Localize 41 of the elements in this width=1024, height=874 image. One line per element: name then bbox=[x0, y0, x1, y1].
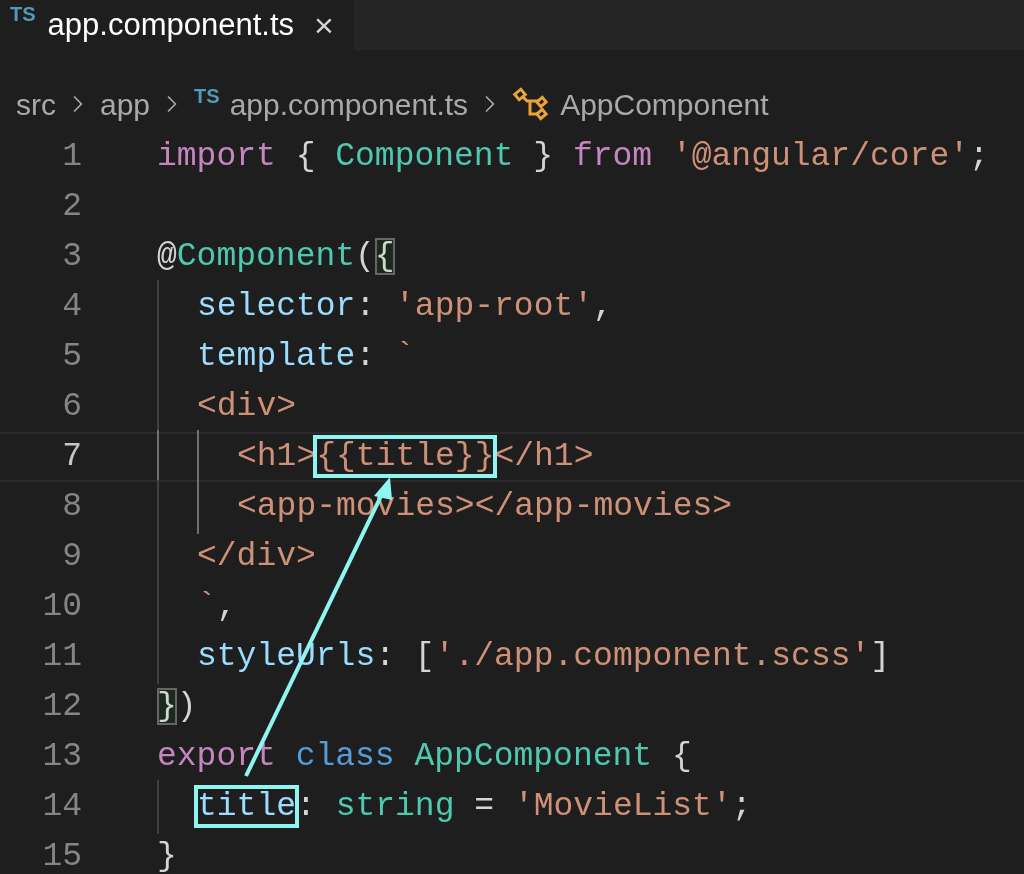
close-button[interactable]: × bbox=[314, 8, 334, 42]
line-number: 7 bbox=[62, 438, 82, 476]
matched-bracket: { bbox=[374, 238, 395, 276]
class-symbol-icon bbox=[512, 87, 551, 121]
typescript-icon: TS bbox=[194, 85, 220, 106]
code-line: </div> bbox=[197, 538, 316, 576]
code-line: <div> bbox=[197, 388, 297, 426]
line-number: 6 bbox=[62, 388, 82, 426]
line-number: 9 bbox=[62, 538, 82, 576]
code-line: import { Component } from '@angular/core'; bbox=[157, 138, 989, 176]
matched-bracket: } bbox=[157, 688, 177, 726]
line-number: 15 bbox=[42, 838, 82, 874]
code-text: ) bbox=[176, 688, 197, 726]
highlighted-code: {{title}} bbox=[316, 438, 495, 476]
editor-tab[interactable]: TS app.component.ts × bbox=[0, 0, 354, 50]
line-number: 3 bbox=[62, 238, 82, 276]
breadcrumb-item[interactable]: app.component.ts bbox=[229, 81, 469, 127]
line-number: 8 bbox=[62, 488, 82, 526]
code-text: <h1> bbox=[237, 438, 317, 476]
line-number: 5 bbox=[62, 338, 82, 376]
line-number: 10 bbox=[42, 588, 82, 626]
code-text: @Component( bbox=[157, 238, 375, 276]
code-line: `, bbox=[197, 588, 237, 626]
breadcrumb-item[interactable]: src bbox=[16, 81, 56, 127]
line-number: 2 bbox=[62, 188, 82, 226]
typescript-icon: TS bbox=[10, 4, 36, 24]
code-line: template: ` bbox=[197, 338, 415, 376]
code-text: </h1> bbox=[494, 438, 594, 476]
tab-label: app.component.ts bbox=[47, 5, 294, 44]
code-line: } bbox=[157, 838, 177, 874]
code-text: : string = 'MovieList'; bbox=[296, 788, 752, 826]
highlighted-code: title bbox=[197, 788, 297, 826]
line-number: 14 bbox=[42, 788, 82, 826]
line-number: 12 bbox=[42, 688, 82, 726]
breadcrumb-item[interactable]: AppComponent bbox=[560, 81, 769, 127]
line-number: 1 bbox=[62, 138, 82, 176]
line-number: 4 bbox=[62, 288, 82, 326]
line-number: 13 bbox=[42, 738, 82, 776]
code-line: selector: 'app-root', bbox=[197, 288, 613, 326]
line-number: 11 bbox=[42, 638, 82, 676]
breadcrumb-item[interactable]: app bbox=[100, 81, 151, 127]
